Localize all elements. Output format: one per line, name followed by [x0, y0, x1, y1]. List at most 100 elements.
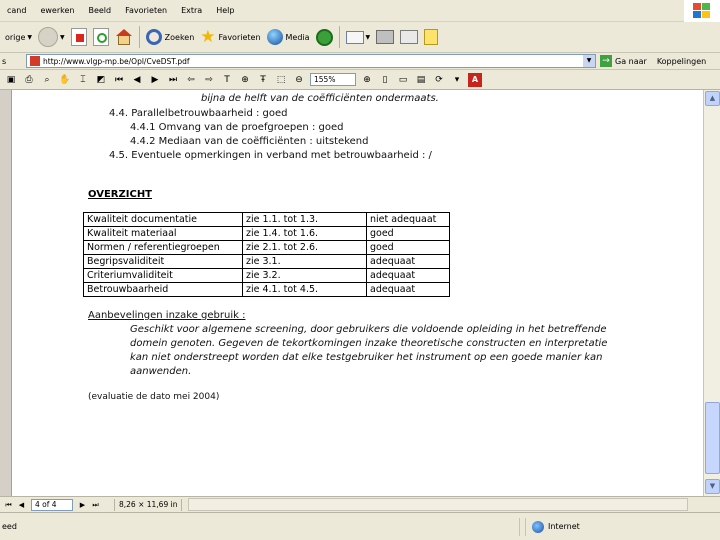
- print-button[interactable]: [373, 24, 397, 50]
- toolbar-separator: [338, 26, 340, 48]
- table-row: Begripsvaliditeit zie 3.1. adequaat: [83, 254, 450, 269]
- table-row: Normen / referentiegroepen zie 2.1. tot …: [83, 240, 450, 255]
- table-cell: zie 1.1. tot 1.3.: [242, 212, 367, 227]
- table-cell: adequaat: [366, 268, 450, 283]
- menu-tools[interactable]: Extra: [174, 0, 209, 22]
- text-select-tool-icon[interactable]: T: [220, 73, 234, 87]
- security-zone: Internet: [532, 520, 580, 533]
- address-input[interactable]: http://www.vlgp-mp.be/Opl/CveDST.pdf ▼: [26, 54, 596, 68]
- save-copy-icon[interactable]: ▣: [4, 73, 18, 87]
- home-button[interactable]: [112, 24, 136, 50]
- refresh-icon: [92, 28, 109, 46]
- hand-tool-icon[interactable]: ✋: [58, 73, 72, 87]
- scroll-thumb[interactable]: [705, 402, 720, 474]
- doc-line-fragment: bijna de helft van de coëfficiënten onde…: [201, 93, 439, 104]
- home-icon: [115, 29, 133, 45]
- zoom-in-plus-icon[interactable]: ⊕: [360, 73, 374, 87]
- table-cell: goed: [366, 240, 450, 255]
- previous-page-button[interactable]: ◀: [16, 499, 27, 511]
- scroll-up-icon[interactable]: ▲: [705, 91, 720, 106]
- toolbar-separator: [138, 26, 140, 48]
- actual-size-icon[interactable]: ▯: [378, 73, 392, 87]
- zoom-out-icon[interactable]: ⊖: [292, 73, 306, 87]
- select-text-icon[interactable]: ⌶: [76, 73, 90, 87]
- history-icon: [315, 28, 333, 46]
- mail-button[interactable]: ▼: [343, 24, 374, 50]
- edit-button[interactable]: [397, 24, 421, 50]
- section-4-4: 4.4. Parallelbetrouwbaarheid : goed: [109, 108, 288, 119]
- refresh-button[interactable]: [90, 24, 112, 50]
- fit-page-icon[interactable]: ▭: [396, 73, 410, 87]
- zoom-level-input[interactable]: 155%: [310, 73, 356, 86]
- chevron-down-icon: ▼: [60, 33, 65, 41]
- notes-button[interactable]: [421, 24, 441, 50]
- snapshot-icon[interactable]: ◩: [94, 73, 108, 87]
- pdf-page: bijna de helft van de coëfficiënten onde…: [13, 90, 702, 496]
- evaluation-note: (evaluatie de dato mei 2004): [88, 392, 220, 402]
- rotate-view-icon[interactable]: ⟳: [432, 73, 446, 87]
- last-page-button[interactable]: ⏭: [90, 499, 101, 511]
- table-cell: Criteriumvaliditeit: [83, 268, 243, 283]
- text-tool-icon[interactable]: Ŧ: [256, 73, 270, 87]
- note-icon: [424, 29, 439, 45]
- menu-favorites[interactable]: Favorieten: [118, 0, 174, 22]
- stop-button[interactable]: [68, 24, 90, 50]
- table-cell: zie 3.2.: [242, 268, 367, 283]
- favorites-label: Favorieten: [218, 32, 261, 42]
- media-button[interactable]: Media: [264, 24, 313, 50]
- previous-page-icon[interactable]: ◀: [130, 73, 144, 87]
- printer-icon: [376, 30, 395, 44]
- first-page-icon[interactable]: ⏮: [112, 73, 126, 87]
- zone-label: Internet: [548, 522, 580, 531]
- search-doc-icon[interactable]: ⌕: [40, 73, 54, 87]
- go-arrow-icon: →: [600, 55, 612, 67]
- fit-width-icon[interactable]: ▤: [414, 73, 428, 87]
- next-page-button[interactable]: ▶: [77, 499, 88, 511]
- section-4-5: 4.5. Eventuele opmerkingen in verband me…: [109, 150, 432, 161]
- search-button[interactable]: Zoeken: [143, 24, 198, 50]
- first-page-button[interactable]: ⏮: [3, 499, 14, 511]
- menu-help[interactable]: Help: [209, 0, 241, 22]
- next-view-icon[interactable]: ⇨: [202, 73, 216, 87]
- forward-arrow-icon: [38, 27, 59, 47]
- favorites-button[interactable]: ★ Favorieten: [197, 24, 263, 50]
- back-button[interactable]: orige ▼: [2, 24, 35, 50]
- recommendations-line-3: kan niet onderstreept worden dat elke te…: [130, 352, 603, 363]
- page-number-input[interactable]: 4 of 4: [31, 498, 73, 511]
- table-cell: Normen / referentiegroepen: [83, 240, 243, 255]
- horizontal-scrollbar[interactable]: [188, 498, 689, 511]
- scroll-down-icon[interactable]: ▼: [705, 479, 720, 494]
- chevron-down-icon: ▼: [365, 33, 371, 41]
- table-cell: adequaat: [366, 282, 450, 297]
- links-button[interactable]: Koppelingen: [657, 57, 706, 66]
- forward-button[interactable]: ▼: [35, 24, 68, 50]
- go-button[interactable]: → Ga naar: [600, 55, 647, 67]
- print-doc-icon[interactable]: ⎙: [22, 73, 36, 87]
- section-4-4-2: 4.4.2 Mediaan van de coëfficiënten : uit…: [130, 136, 369, 147]
- history-button[interactable]: [313, 24, 336, 50]
- graphics-select-icon[interactable]: ⬚: [274, 73, 288, 87]
- chevron-down-icon[interactable]: ▼: [583, 55, 595, 67]
- last-page-icon[interactable]: ⏭: [166, 73, 180, 87]
- standard-toolbar: orige ▼ ▼ Zoeken ★ Favorieten Media ▼: [0, 22, 720, 53]
- previous-view-icon[interactable]: ⇦: [184, 73, 198, 87]
- more-tools-icon[interactable]: ▾: [450, 73, 464, 87]
- edit-icon: [400, 30, 419, 44]
- table-cell: Betrouwbaarheid: [83, 282, 243, 297]
- next-page-icon[interactable]: ▶: [148, 73, 162, 87]
- vertical-scrollbar[interactable]: ▲ ▼: [703, 90, 720, 496]
- menu-file[interactable]: cand: [0, 0, 33, 22]
- menu-view[interactable]: Beeld: [81, 0, 118, 22]
- zoom-in-icon[interactable]: ⊕: [238, 73, 252, 87]
- acrobat-toolbar: ▣ ⎙ ⌕ ✋ ⌶ ◩ ⏮ ◀ ▶ ⏭ ⇦ ⇨ T ⊕ Ŧ ⬚ ⊖ 155% ⊕…: [0, 70, 720, 90]
- address-bar: s http://www.vlgp-mp.be/Opl/CveDST.pdf ▼…: [0, 53, 720, 70]
- go-label: Ga naar: [615, 56, 647, 66]
- menu-edit[interactable]: ewerken: [33, 0, 81, 22]
- recommendations-line-2: domein genoten. Gegeven de tekortkominge…: [130, 338, 608, 349]
- table-row: Kwaliteit materiaal zie 1.4. tot 1.6. go…: [83, 226, 450, 241]
- table-cell: Begripsvaliditeit: [83, 254, 243, 269]
- overview-table: Kwaliteit documentatie zie 1.1. tot 1.3.…: [83, 212, 450, 297]
- navigation-pane-strip[interactable]: [0, 90, 12, 496]
- stop-icon: [70, 28, 87, 46]
- media-icon: [266, 29, 283, 45]
